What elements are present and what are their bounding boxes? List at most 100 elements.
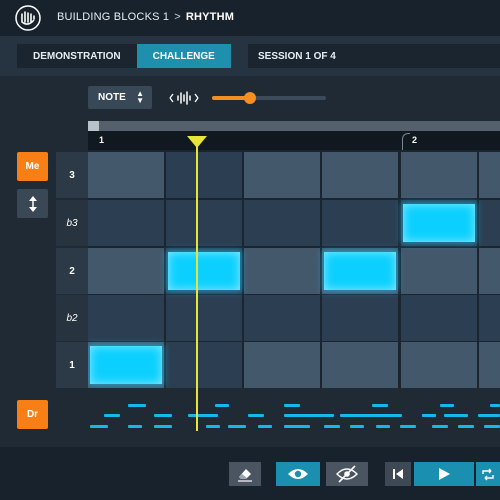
- drum-hit[interactable]: [206, 425, 220, 428]
- drum-hit[interactable]: [90, 425, 108, 428]
- grid-cell[interactable]: [166, 295, 242, 341]
- hide-notes-button[interactable]: [326, 462, 368, 486]
- note-dropdown-value: NOTE: [98, 92, 126, 103]
- drum-hit[interactable]: [284, 414, 334, 417]
- drum-hit[interactable]: [284, 404, 300, 407]
- measure-number: 1: [99, 135, 105, 145]
- note-block[interactable]: [324, 252, 396, 290]
- note-block[interactable]: [90, 346, 162, 384]
- drum-hit[interactable]: [104, 414, 120, 417]
- skip-back-icon: [393, 469, 403, 479]
- breadcrumb-parent[interactable]: BUILDING BLOCKS 1: [57, 11, 169, 23]
- drum-hit[interactable]: [376, 425, 390, 428]
- grid-cell[interactable]: [244, 152, 320, 198]
- timeline-scroll-handle[interactable]: [88, 121, 99, 131]
- pitch-label-3: 3: [56, 152, 88, 198]
- grid-cell[interactable]: [244, 200, 320, 246]
- drum-hit[interactable]: [128, 425, 142, 428]
- drum-hit[interactable]: [215, 404, 229, 407]
- note-grid[interactable]: [88, 150, 500, 388]
- drum-hit[interactable]: [372, 404, 388, 407]
- drum-hit[interactable]: [458, 425, 474, 428]
- show-notes-button[interactable]: [276, 462, 320, 486]
- skip-back-button[interactable]: [385, 462, 411, 486]
- pitch-label-2: 2: [56, 248, 88, 294]
- drum-hit[interactable]: [484, 425, 500, 428]
- tab-challenge[interactable]: CHALLENGE: [136, 44, 231, 68]
- note-block[interactable]: [168, 252, 240, 290]
- grid-cell[interactable]: [401, 248, 477, 294]
- grid-cell[interactable]: [88, 200, 164, 246]
- playhead-handle[interactable]: [187, 136, 207, 148]
- drum-hit[interactable]: [478, 414, 500, 417]
- eye-icon: [288, 469, 308, 479]
- grid-cell[interactable]: [88, 248, 164, 294]
- grid-cell[interactable]: [479, 295, 500, 341]
- hand-music-logo-icon[interactable]: [14, 4, 42, 32]
- tab-demonstration[interactable]: DEMONSTRATION: [17, 44, 137, 68]
- drum-hit[interactable]: [440, 404, 454, 407]
- drum-hit[interactable]: [258, 425, 272, 428]
- up-down-arrows-icon[interactable]: [17, 189, 48, 218]
- pitch-label-b2: b2: [56, 295, 88, 341]
- grid-cell[interactable]: [401, 295, 477, 341]
- volume-slider-knob[interactable]: [243, 92, 256, 104]
- drum-hit[interactable]: [444, 414, 468, 417]
- loop-button[interactable]: [476, 462, 500, 486]
- drum-hit[interactable]: [154, 414, 172, 417]
- grid-cell[interactable]: [479, 342, 500, 388]
- drum-hit[interactable]: [188, 414, 218, 417]
- waveform-icon: [169, 91, 199, 105]
- grid-cell[interactable]: [401, 152, 477, 198]
- grid-cell[interactable]: [479, 200, 500, 246]
- drum-hit[interactable]: [284, 425, 310, 428]
- drum-hit[interactable]: [422, 414, 436, 417]
- timeline-scrollbar[interactable]: [88, 121, 500, 131]
- grid-cell[interactable]: [244, 248, 320, 294]
- grid-cell[interactable]: [322, 200, 398, 246]
- breadcrumb-current: RHYTHM: [185, 11, 235, 23]
- drum-hit[interactable]: [128, 404, 146, 407]
- drum-hit[interactable]: [228, 425, 246, 428]
- drum-hit[interactable]: [432, 425, 448, 428]
- grid-cell[interactable]: [479, 152, 500, 198]
- drum-hit[interactable]: [490, 404, 500, 407]
- grid-cell[interactable]: [322, 152, 398, 198]
- drum-lane[interactable]: [88, 396, 500, 436]
- grid-cell[interactable]: [166, 342, 242, 388]
- drum-hit[interactable]: [154, 425, 172, 428]
- measure-ruler: 1 2: [88, 131, 500, 150]
- pitch-label-b3: b3: [56, 200, 88, 246]
- drum-hit[interactable]: [350, 425, 364, 428]
- grid-cell[interactable]: [401, 342, 477, 388]
- playhead-line: [196, 139, 198, 431]
- grid-cell[interactable]: [322, 342, 398, 388]
- grid-cell[interactable]: [166, 152, 242, 198]
- drum-hit[interactable]: [324, 425, 340, 428]
- erase-button[interactable]: [229, 462, 261, 486]
- grid-cell[interactable]: [322, 295, 398, 341]
- pitch-label-1: 1: [56, 342, 88, 388]
- grid-cell[interactable]: [166, 200, 242, 246]
- volume-slider[interactable]: [212, 92, 326, 104]
- note-dropdown[interactable]: NOTE ▲ ▼: [88, 86, 152, 109]
- drum-hit[interactable]: [248, 414, 264, 417]
- note-block[interactable]: [403, 204, 475, 242]
- drum-hit[interactable]: [400, 425, 416, 428]
- measure-number: 2: [412, 135, 418, 145]
- grid-cell[interactable]: [479, 248, 500, 294]
- drum-hit[interactable]: [342, 414, 400, 417]
- session-indicator: SESSION 1 OF 4: [248, 44, 500, 68]
- measure-divider: [402, 133, 410, 150]
- top-bar: BUILDING BLOCKS 1 > RHYTHM: [0, 0, 500, 36]
- drum-track-button[interactable]: Dr: [17, 400, 48, 429]
- play-button[interactable]: [414, 462, 474, 486]
- play-icon: [438, 468, 450, 480]
- grid-cell[interactable]: [88, 152, 164, 198]
- mode-tabs: DEMONSTRATION CHALLENGE: [17, 44, 231, 68]
- grid-cell[interactable]: [88, 295, 164, 341]
- loop-icon: [482, 468, 494, 480]
- melody-track-button[interactable]: Me: [17, 152, 48, 181]
- grid-cell[interactable]: [244, 295, 320, 341]
- grid-cell[interactable]: [244, 342, 320, 388]
